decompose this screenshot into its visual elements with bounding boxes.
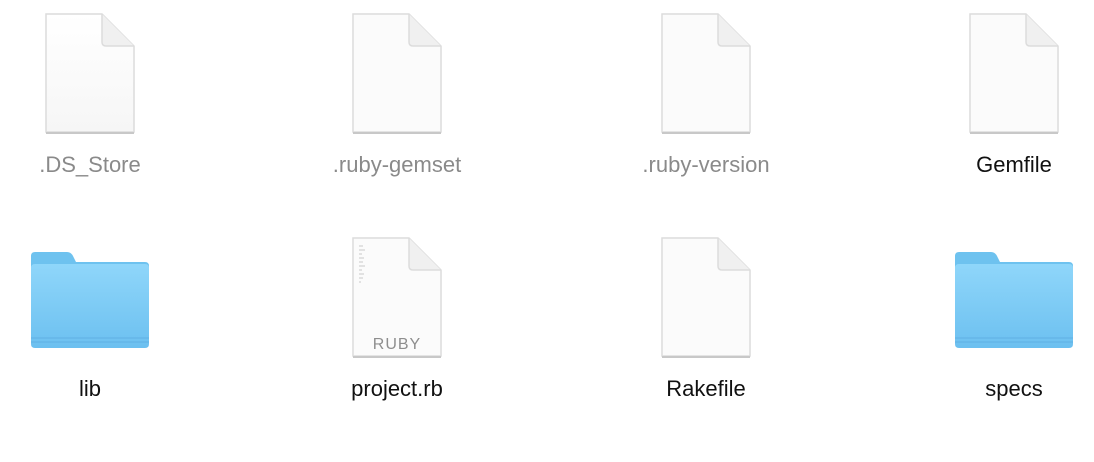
file-item-ds-store[interactable]: .DS_Store	[0, 0, 200, 200]
file-name-label: .ruby-gemset	[332, 152, 462, 177]
file-type-badge: RUBY	[372, 336, 422, 353]
file-name-label: project.rb	[351, 376, 443, 401]
file-name-label: Rakefile	[666, 376, 746, 401]
folder-icon	[29, 250, 151, 355]
file-name-label: .ruby-version	[642, 152, 770, 177]
file-item-ruby-version[interactable]: .ruby-version	[596, 0, 816, 200]
file-item-gemfile[interactable]: Gemfile	[904, 0, 1094, 200]
folder-item-lib[interactable]: lib	[0, 230, 200, 430]
document-icon	[658, 12, 754, 141]
document-icon	[42, 12, 138, 141]
ruby-file-icon: RUBY	[349, 236, 445, 365]
document-icon	[966, 12, 1062, 141]
file-name-label: .DS_Store	[39, 152, 141, 177]
file-item-ruby-gemset[interactable]: .ruby-gemset	[287, 0, 507, 200]
file-item-project-rb[interactable]: RUBY project.rb	[287, 230, 507, 430]
folder-item-specs[interactable]: specs	[904, 230, 1094, 430]
document-icon	[349, 12, 445, 141]
file-name-label: specs	[985, 376, 1043, 401]
folder-icon	[953, 250, 1075, 355]
document-icon	[658, 236, 754, 365]
file-name-label: Gemfile	[976, 152, 1052, 177]
file-name-label: lib	[78, 376, 101, 401]
file-item-rakefile[interactable]: Rakefile	[596, 230, 816, 430]
